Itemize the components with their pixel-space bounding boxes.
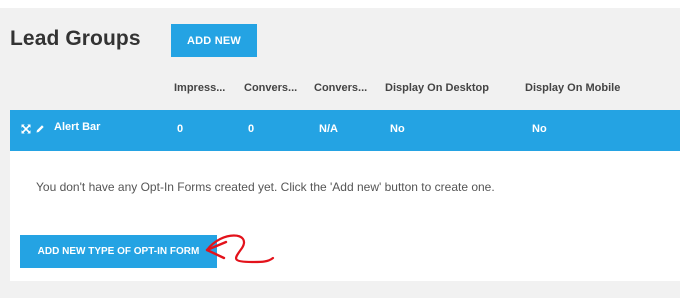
red-arrow-icon (200, 228, 276, 277)
lead-group-row[interactable]: Alert Bar 0 0 N/A No No (10, 110, 680, 151)
row-name[interactable]: Alert Bar (54, 121, 100, 133)
expand-arrows-icon[interactable] (21, 124, 31, 134)
opt-in-forms-panel: You don't have any Opt-In Forms created … (10, 151, 680, 281)
add-new-type-of-opt-in-form-button[interactable]: ADD NEW TYPE OF OPT-IN FORM (20, 235, 217, 268)
cell-conversions: 0 (248, 123, 255, 135)
cell-conversion-rate: N/A (319, 123, 338, 135)
top-strip (0, 0, 680, 8)
column-header-conversion-rate[interactable]: Convers... (314, 82, 367, 94)
cell-impressions: 0 (177, 123, 184, 135)
column-header-conversions[interactable]: Convers... (244, 82, 297, 94)
pencil-icon[interactable] (35, 124, 45, 134)
column-header-display-desktop[interactable]: Display On Desktop (385, 82, 489, 94)
page-title: Lead Groups (10, 27, 141, 50)
column-header-impressions[interactable]: Impress... (174, 82, 225, 94)
column-header-display-mobile[interactable]: Display On Mobile (525, 82, 620, 94)
add-new-button[interactable]: ADD NEW (171, 24, 257, 57)
cell-display-desktop: No (390, 123, 405, 135)
empty-state-message: You don't have any Opt-In Forms created … (36, 180, 495, 194)
cell-display-mobile: No (532, 123, 547, 135)
